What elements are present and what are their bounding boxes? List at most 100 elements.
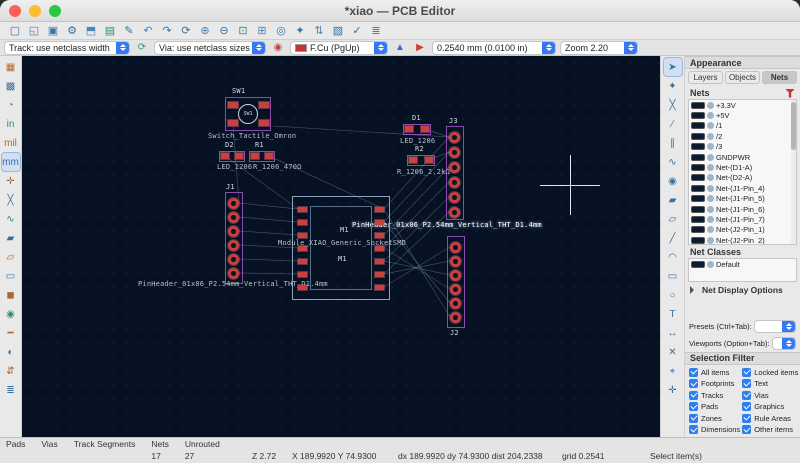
sw1-button-outline[interactable]: SW1: [238, 104, 258, 124]
flip-layer-icon[interactable]: ▶: [412, 41, 428, 55]
pad[interactable]: [450, 284, 461, 295]
zoom-out-icon[interactable]: ⊖: [215, 23, 233, 39]
checked-checkbox-icon[interactable]: [742, 390, 752, 400]
filter-checkbox[interactable]: Graphics: [742, 402, 798, 411]
pad[interactable]: [265, 153, 273, 159]
pad[interactable]: [298, 233, 307, 238]
zoom-fit-icon[interactable]: ⊡: [234, 23, 252, 39]
net-row[interactable]: Net-(J1-Pin_5): [689, 194, 796, 204]
presets-select[interactable]: [753, 319, 796, 333]
measure-tool-icon[interactable]: ⌖: [664, 362, 682, 380]
pad[interactable]: [259, 120, 269, 126]
pad[interactable]: [228, 268, 239, 279]
filter-checkbox[interactable]: Rule Areas: [742, 413, 798, 423]
units-inches-icon[interactable]: in: [2, 115, 20, 133]
pad[interactable]: [450, 298, 461, 309]
stepper-icon[interactable]: [116, 41, 129, 54]
d2-value[interactable]: LED_1206: [217, 163, 252, 171]
pad[interactable]: [298, 259, 307, 264]
flip-board-icon[interactable]: ⇵: [2, 362, 20, 380]
scripting-console-icon[interactable]: ≣: [367, 23, 385, 39]
rectangle-tool-icon[interactable]: ▭: [664, 267, 682, 285]
origin-tool-icon[interactable]: ✛: [664, 381, 682, 399]
pad[interactable]: [298, 220, 307, 225]
net-row[interactable]: +3.3V: [689, 100, 796, 110]
crosshair-style-icon[interactable]: ✛: [2, 172, 20, 190]
net-class-visibility-icon[interactable]: [707, 260, 714, 268]
delete-tool-icon[interactable]: ✕: [664, 343, 682, 361]
filter-checkbox[interactable]: Footprints: [689, 379, 740, 388]
pad[interactable]: [228, 120, 238, 126]
pad[interactable]: [421, 126, 429, 132]
stepper-icon[interactable]: [624, 41, 637, 54]
pad[interactable]: [228, 198, 239, 209]
track-width-select[interactable]: Track: use netclass width: [4, 40, 130, 55]
net-row[interactable]: +5V: [689, 110, 796, 120]
net-color-swatch[interactable]: [691, 132, 705, 140]
find-icon[interactable]: ◎: [272, 23, 290, 39]
checked-checkbox-icon[interactable]: [689, 390, 698, 400]
net-list[interactable]: +3.3V +5V /1 /2 /3 GNDPWR Net-(D1-A) Net…: [688, 99, 797, 245]
tab-layers[interactable]: Layers: [688, 71, 723, 84]
page-settings-icon[interactable]: ⬒: [82, 23, 100, 39]
net-display-options-expander[interactable]: Net Display Options: [685, 282, 800, 298]
filter-checkbox[interactable]: Locked items: [742, 367, 798, 377]
pad-display-icon[interactable]: ◼: [2, 286, 20, 304]
via-display-icon[interactable]: ◉: [2, 305, 20, 323]
pad[interactable]: [375, 220, 384, 225]
stepper-icon[interactable]: [252, 41, 265, 54]
checked-checkbox-icon[interactable]: [689, 402, 698, 411]
grid-overrides-icon[interactable]: ▩: [2, 77, 20, 95]
print-icon[interactable]: ▤: [101, 23, 119, 39]
net-row[interactable]: /2: [689, 131, 796, 141]
net-row[interactable]: Net-(D1-A): [689, 162, 796, 172]
net-class-list[interactable]: Default: [688, 258, 797, 282]
net-visibility-icon[interactable]: [707, 236, 714, 244]
high-contrast-icon[interactable]: ◐: [2, 343, 20, 361]
filter-checkbox[interactable]: Other items: [742, 425, 798, 434]
via-size-select[interactable]: Via: use netclass sizes: [154, 40, 266, 55]
net-color-swatch[interactable]: [691, 236, 705, 244]
net-visibility-icon[interactable]: [707, 215, 714, 223]
line-tool-icon[interactable]: ╱: [664, 229, 682, 247]
pad[interactable]: [449, 207, 460, 218]
pcb-canvas[interactable]: SW1 SW1 Switch_Tactile_Omron D2 LED_1206…: [22, 56, 660, 437]
footprint-editor-icon[interactable]: ✦: [291, 23, 309, 39]
net-row[interactable]: /3: [689, 142, 796, 152]
net-visibility-icon[interactable]: [707, 132, 714, 140]
arc-tool-icon[interactable]: ◠: [664, 248, 682, 266]
open-board-icon[interactable]: ◱: [25, 23, 43, 39]
net-visibility-icon[interactable]: [707, 101, 714, 109]
refresh-track-via-icon[interactable]: ⟳: [134, 41, 150, 55]
net-class-row[interactable]: Default: [689, 259, 796, 269]
scrollbar-thumb[interactable]: [791, 102, 796, 150]
pad[interactable]: [228, 102, 238, 108]
zone-hide-icon[interactable]: ▭: [2, 267, 20, 285]
net-row[interactable]: Net-(J1-Pin_4): [689, 183, 796, 193]
minimize-button[interactable]: [29, 5, 41, 17]
stepper-icon[interactable]: [542, 41, 555, 54]
pad[interactable]: [405, 126, 413, 132]
d1-value[interactable]: LED_1206: [400, 137, 435, 145]
pad[interactable]: [425, 157, 433, 163]
fullscreen-button[interactable]: [49, 5, 61, 17]
plot-icon[interactable]: ✎: [120, 23, 138, 39]
net-visibility-icon[interactable]: [707, 226, 714, 234]
update-pcb-icon[interactable]: ⇅: [310, 23, 328, 39]
net-visibility-icon[interactable]: [707, 184, 714, 192]
route-diff-pairs-tool-icon[interactable]: ∥: [664, 134, 682, 152]
m1-ref-fab[interactable]: M1: [338, 255, 347, 263]
net-row[interactable]: Net-(J2-Pin_1): [689, 225, 796, 235]
net-color-swatch[interactable]: [691, 143, 705, 151]
d1-ref[interactable]: D1: [412, 114, 421, 122]
net-visibility-icon[interactable]: [707, 174, 714, 182]
close-button[interactable]: [9, 5, 21, 17]
pad[interactable]: [375, 259, 384, 264]
net-visibility-icon[interactable]: [707, 122, 714, 130]
pad[interactable]: [450, 256, 461, 267]
net-color-swatch[interactable]: [691, 226, 705, 234]
net-color-swatch[interactable]: [691, 215, 705, 223]
dimension-tool-icon[interactable]: ↔: [664, 324, 682, 342]
highlight-net-tool-icon[interactable]: ✦: [664, 77, 682, 95]
zone-tool-icon[interactable]: ▰: [664, 191, 682, 209]
